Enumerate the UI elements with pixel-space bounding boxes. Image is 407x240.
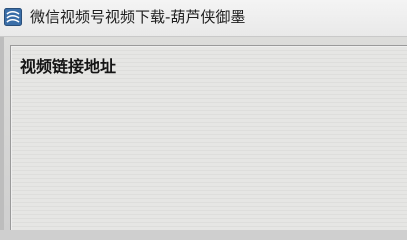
video-link-label: 视频链接地址 <box>20 57 117 76</box>
window-left-border <box>0 37 4 230</box>
app-window: 微信视频号视频下载-葫芦侠御墨 视频链接地址 <box>0 0 407 230</box>
app-logo-icon <box>4 8 22 26</box>
window-title: 微信视频号视频下载-葫芦侠御墨 <box>30 8 246 26</box>
title-bar[interactable]: 微信视频号视频下载-葫芦侠御墨 <box>0 0 407 37</box>
